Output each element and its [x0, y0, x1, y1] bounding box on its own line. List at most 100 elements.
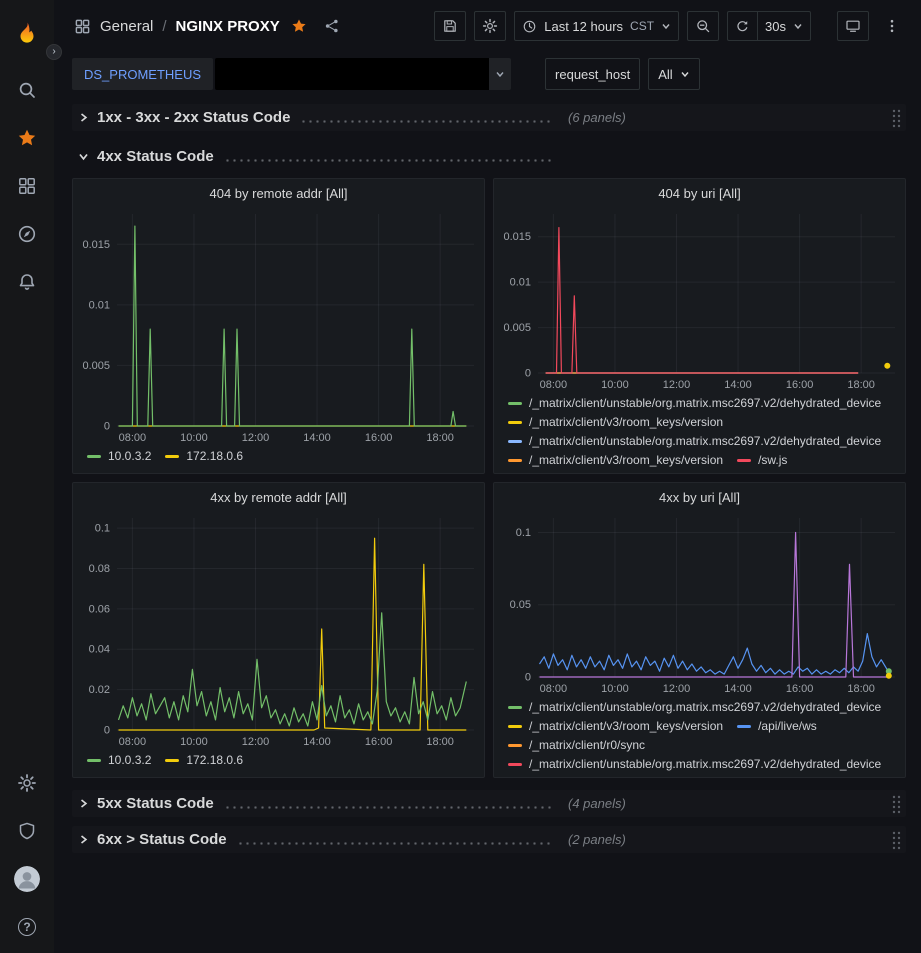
legend-item[interactable]: 10.0.3.2 [87, 752, 151, 768]
sidebar-item-server-admin[interactable] [0, 807, 54, 855]
request-host-variable-select[interactable]: All [648, 58, 699, 90]
svg-text:08:00: 08:00 [540, 379, 568, 391]
dashboard-row-4xx[interactable]: 4xx Status Code [72, 143, 906, 170]
svg-text:16:00: 16:00 [365, 736, 393, 748]
chart-svg: 00.020.040.060.080.108:0010:0012:0014:00… [73, 508, 484, 750]
sidebar: ? [0, 0, 54, 953]
favorite-star-button[interactable] [291, 18, 307, 34]
legend-series-label: /_matrix/client/unstable/org.matrix.msc2… [529, 699, 881, 715]
legend-item[interactable]: 10.0.3.2 [87, 448, 151, 464]
timeseries-chart-4xx-by-uri[interactable]: 00.050.108:0010:0012:0014:0016:0018:00 [494, 508, 905, 697]
legend-series-label: /_matrix/client/v3/room_keys/version [529, 718, 723, 734]
legend-item[interactable]: /api/live/ws [737, 718, 817, 734]
row-drag-handle[interactable] [891, 830, 902, 850]
zoom-out-button[interactable] [687, 11, 719, 41]
dashboard-title[interactable]: NGINX PROXY [176, 18, 280, 35]
grafana-flame-icon [14, 21, 40, 47]
refresh-icon [735, 19, 750, 34]
chevron-down-icon [661, 21, 671, 31]
legend-series-color [165, 759, 179, 762]
timeseries-chart-404-by-uri[interactable]: 00.0050.010.01508:0010:0012:0014:0016:00… [494, 204, 905, 393]
dashboard-row-6xx[interactable]: 6xx > Status Code (2 panels) [72, 826, 906, 853]
legend-item[interactable]: /_matrix/client/r0/sync [508, 737, 645, 753]
panel-title[interactable]: 404 by remote addr [All] [73, 179, 484, 204]
legend-item[interactable]: /_matrix/client/v3/room_keys/version [508, 718, 723, 734]
legend-item[interactable]: /_matrix/client/unstable/org.matrix.msc2… [508, 699, 881, 715]
user-avatar[interactable] [0, 855, 54, 903]
svg-text:0.005: 0.005 [82, 360, 110, 372]
legend-item[interactable]: /_matrix/client/v3/room_keys/version [508, 452, 723, 468]
share-dashboard-button[interactable] [324, 18, 340, 34]
timeseries-chart-404-by-remote-addr[interactable]: 00.0050.010.01508:0010:0012:0014:0016:00… [73, 204, 484, 446]
legend-series-label: 172.18.0.6 [186, 448, 243, 464]
sidebar-item-starred[interactable] [0, 114, 54, 162]
save-dashboard-button[interactable] [434, 11, 466, 41]
panel-title[interactable]: 4xx by remote addr [All] [73, 483, 484, 508]
sidebar-item-alerting[interactable] [0, 258, 54, 306]
svg-text:16:00: 16:00 [365, 432, 393, 444]
sidebar-item-search[interactable] [0, 66, 54, 114]
legend-series-color [508, 725, 522, 728]
timeseries-chart-4xx-by-remote-addr[interactable]: 00.020.040.060.080.108:0010:0012:0014:00… [73, 508, 484, 750]
chart-svg: 00.0050.010.01508:0010:0012:0014:0016:00… [73, 204, 484, 446]
svg-text:08:00: 08:00 [540, 683, 568, 695]
main-area: General / NGINX PROXY [54, 0, 921, 953]
row-drag-handle[interactable] [891, 108, 902, 128]
legend-series-color [165, 455, 179, 458]
search-icon [17, 80, 37, 100]
kebab-icon [884, 18, 900, 34]
breadcrumb-folder[interactable]: General [100, 18, 153, 35]
row-panel-count: (4 panels) [568, 796, 626, 811]
datasource-variable: DS_PROMETHEUS [72, 58, 511, 90]
legend-series-label: /api/live/ws [758, 718, 817, 734]
svg-text:12:00: 12:00 [242, 736, 270, 748]
sidebar-expand-toggle[interactable]: › [46, 44, 62, 60]
legend-series-color [508, 459, 522, 462]
svg-text:0.02: 0.02 [89, 684, 110, 696]
legend-item[interactable]: /_matrix/client/unstable/org.matrix.msc2… [508, 433, 881, 449]
chart-legend: 10.0.3.2 172.18.0.6 [73, 750, 484, 777]
panel-title[interactable]: 4xx by uri [All] [494, 483, 905, 508]
legend-series-label: /sw.js [758, 452, 787, 468]
refresh-button[interactable] [727, 11, 757, 41]
dashboard-row-5xx[interactable]: 5xx Status Code (4 panels) [72, 790, 906, 817]
sidebar-item-dashboards[interactable] [0, 162, 54, 210]
tv-mode-button[interactable] [837, 11, 869, 41]
grafana-logo[interactable] [14, 12, 40, 56]
chevron-down-icon [793, 21, 803, 31]
dashboard-settings-button[interactable] [474, 11, 506, 41]
legend-item[interactable]: 172.18.0.6 [165, 752, 243, 768]
row-leader-dots [224, 806, 552, 809]
svg-text:0: 0 [525, 672, 531, 684]
legend-series-color [508, 744, 522, 747]
legend-item[interactable]: /_matrix/client/unstable/org.matrix.msc2… [508, 395, 881, 411]
sidebar-item-help[interactable]: ? [0, 903, 54, 951]
bell-icon [17, 272, 37, 292]
panel-404-by-uri: 404 by uri [All] 00.0050.010.01508:0010:… [493, 178, 906, 474]
dashboard-row-1xx-3xx-2xx[interactable]: 1xx - 3xx - 2xx Status Code (6 panels) [72, 104, 906, 131]
legend-item[interactable]: 172.18.0.6 [165, 448, 243, 464]
kebab-menu-button[interactable] [877, 11, 907, 41]
svg-text:10:00: 10:00 [601, 379, 629, 391]
legend-item[interactable]: /sw.js [737, 452, 787, 468]
sidebar-bottom-group: ? [0, 759, 54, 953]
monitor-icon [845, 18, 861, 34]
request-host-variable-label[interactable]: request_host [545, 58, 640, 90]
refresh-interval-dropdown[interactable]: 30s [757, 11, 811, 41]
legend-item[interactable]: /_matrix/client/unstable/org.matrix.msc2… [508, 756, 881, 772]
sidebar-item-configuration[interactable] [0, 759, 54, 807]
compass-icon [17, 224, 37, 244]
panel-title[interactable]: 404 by uri [All] [494, 179, 905, 204]
time-range-picker[interactable]: Last 12 hours CST [514, 11, 679, 41]
legend-item[interactable]: /_matrix/client/v3/room_keys/version [508, 414, 723, 430]
chevron-down-icon [680, 69, 690, 79]
svg-text:0.04: 0.04 [89, 644, 110, 656]
sidebar-item-explore[interactable] [0, 210, 54, 258]
svg-text:18:00: 18:00 [426, 736, 454, 748]
star-icon [17, 128, 37, 148]
datasource-variable-label[interactable]: DS_PROMETHEUS [72, 58, 213, 90]
request-host-variable-value: All [658, 67, 672, 82]
panel-grid: 404 by remote addr [All] 00.0050.010.015… [72, 178, 906, 778]
row-drag-handle[interactable] [891, 794, 902, 814]
datasource-variable-select[interactable] [215, 58, 511, 90]
